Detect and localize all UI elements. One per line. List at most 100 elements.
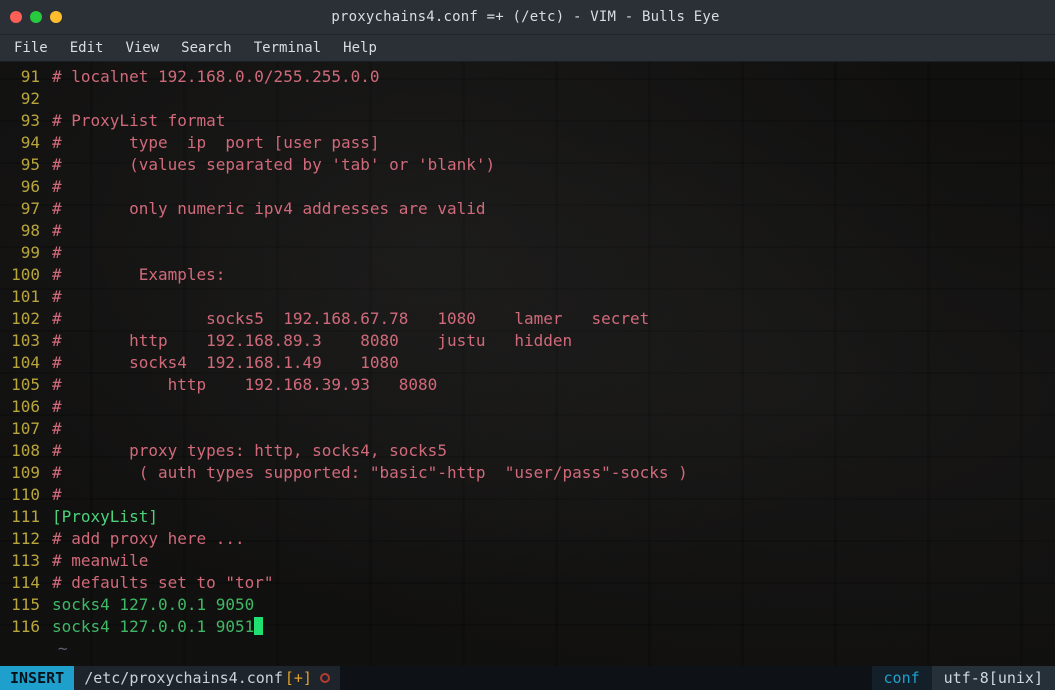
code-line[interactable]: # bbox=[52, 242, 1055, 264]
code-line[interactable]: # bbox=[52, 484, 1055, 506]
code-line[interactable]: # bbox=[52, 176, 1055, 198]
code-text: # bbox=[52, 419, 62, 438]
line-number: 95 bbox=[0, 154, 40, 176]
line-number: 102 bbox=[0, 308, 40, 330]
code-line[interactable]: # bbox=[52, 286, 1055, 308]
line-number: 111 bbox=[0, 506, 40, 528]
maximize-window-button[interactable] bbox=[50, 11, 62, 23]
line-number: 113 bbox=[0, 550, 40, 572]
code-text: # bbox=[52, 221, 62, 240]
line-number: 114 bbox=[0, 572, 40, 594]
menu-help[interactable]: Help bbox=[343, 40, 377, 56]
code-line[interactable]: # http 192.168.39.93 8080 bbox=[52, 374, 1055, 396]
code-line[interactable]: socks4 127.0.0.1 9050 bbox=[52, 594, 1055, 616]
code-line[interactable]: # ( auth types supported: "basic"-http "… bbox=[52, 462, 1055, 484]
code-line[interactable] bbox=[52, 88, 1055, 110]
code-line[interactable]: socks4 127.0.0.1 9051 bbox=[52, 616, 1055, 638]
menu-bar: File Edit View Search Terminal Help bbox=[0, 34, 1055, 62]
line-number: 104 bbox=[0, 352, 40, 374]
code-text: # localnet 192.168.0.0/255.255.0.0 bbox=[52, 67, 380, 86]
code-line[interactable]: # bbox=[52, 396, 1055, 418]
code-line[interactable]: # add proxy here ... bbox=[52, 528, 1055, 550]
code-text: # Examples: bbox=[52, 265, 225, 284]
window-title: proxychains4.conf =+ (/etc) - VIM - Bull… bbox=[62, 9, 989, 25]
code-line[interactable]: # socks4 192.168.1.49 1080 bbox=[52, 352, 1055, 374]
recording-indicator-icon bbox=[320, 673, 330, 683]
code-text: [ProxyList] bbox=[52, 507, 158, 526]
title-bar: proxychains4.conf =+ (/etc) - VIM - Bull… bbox=[0, 0, 1055, 34]
line-number: 107 bbox=[0, 418, 40, 440]
code-text: # ProxyList format bbox=[52, 111, 225, 130]
line-number: 100 bbox=[0, 264, 40, 286]
line-number: 92 bbox=[0, 88, 40, 110]
code-text: # http 192.168.39.93 8080 bbox=[52, 375, 437, 394]
editor-area[interactable]: 9192939495969798991001011021031041051061… bbox=[0, 62, 1055, 666]
line-number: 116 bbox=[0, 616, 40, 638]
filetype-indicator: conf bbox=[872, 666, 932, 690]
line-number: 108 bbox=[0, 440, 40, 462]
code-text: # socks5 192.168.67.78 1080 lamer secret bbox=[52, 309, 649, 328]
code-line[interactable]: # bbox=[52, 220, 1055, 242]
code-line[interactable]: # defaults set to "tor" bbox=[52, 572, 1055, 594]
line-number: 109 bbox=[0, 462, 40, 484]
code-text: # proxy types: http, socks4, socks5 bbox=[52, 441, 447, 460]
line-number: 97 bbox=[0, 198, 40, 220]
encoding-indicator: utf-8[unix] bbox=[932, 666, 1055, 690]
line-number: 93 bbox=[0, 110, 40, 132]
file-path-text: /etc/proxychains4.conf bbox=[84, 669, 283, 687]
menu-file[interactable]: File bbox=[14, 40, 48, 56]
code-text: # ( auth types supported: "basic"-http "… bbox=[52, 463, 688, 482]
code-text: # (values separated by 'tab' or 'blank') bbox=[52, 155, 495, 174]
code-text: socks4 127.0.0.1 9050 bbox=[52, 595, 254, 614]
line-number: 98 bbox=[0, 220, 40, 242]
line-number: 94 bbox=[0, 132, 40, 154]
line-number-gutter: 9192939495969798991001011021031041051061… bbox=[0, 62, 46, 666]
code-buffer[interactable]: # localnet 192.168.0.0/255.255.0.0 # Prox… bbox=[46, 62, 1055, 666]
line-number: 103 bbox=[0, 330, 40, 352]
eof-tilde: ~ bbox=[52, 638, 1055, 660]
line-number: 112 bbox=[0, 528, 40, 550]
code-line[interactable]: # Examples: bbox=[52, 264, 1055, 286]
minimize-window-button[interactable] bbox=[30, 11, 42, 23]
code-line[interactable]: # (values separated by 'tab' or 'blank') bbox=[52, 154, 1055, 176]
code-text: socks4 127.0.0.1 9051 bbox=[52, 617, 254, 636]
code-line[interactable]: # type ip port [user pass] bbox=[52, 132, 1055, 154]
menu-terminal[interactable]: Terminal bbox=[254, 40, 321, 56]
code-line[interactable]: # http 192.168.89.3 8080 justu hidden bbox=[52, 330, 1055, 352]
app-window: proxychains4.conf =+ (/etc) - VIM - Bull… bbox=[0, 0, 1055, 690]
menu-search[interactable]: Search bbox=[181, 40, 232, 56]
code-text: # bbox=[52, 177, 62, 196]
code-text: # bbox=[52, 243, 62, 262]
line-number: 91 bbox=[0, 66, 40, 88]
code-line[interactable]: [ProxyList] bbox=[52, 506, 1055, 528]
file-path-indicator: /etc/proxychains4.conf [+] bbox=[74, 666, 340, 690]
line-number: 96 bbox=[0, 176, 40, 198]
code-line[interactable]: # localnet 192.168.0.0/255.255.0.0 bbox=[52, 66, 1055, 88]
close-window-button[interactable] bbox=[10, 11, 22, 23]
code-text: # meanwile bbox=[52, 551, 148, 570]
code-text: # bbox=[52, 287, 62, 306]
code-line[interactable]: # socks5 192.168.67.78 1080 lamer secret bbox=[52, 308, 1055, 330]
status-bar: INSERT /etc/proxychains4.conf [+] conf u… bbox=[0, 666, 1055, 690]
code-text: # socks4 192.168.1.49 1080 bbox=[52, 353, 399, 372]
code-text: # defaults set to "tor" bbox=[52, 573, 274, 592]
text-cursor bbox=[254, 617, 263, 635]
code-line[interactable]: # bbox=[52, 418, 1055, 440]
window-controls bbox=[10, 11, 62, 23]
code-text: # bbox=[52, 397, 62, 416]
vim-mode-indicator: INSERT bbox=[0, 666, 74, 690]
code-text: # only numeric ipv4 addresses are valid bbox=[52, 199, 485, 218]
code-text: # add proxy here ... bbox=[52, 529, 245, 548]
code-line[interactable]: # proxy types: http, socks4, socks5 bbox=[52, 440, 1055, 462]
line-number: 105 bbox=[0, 374, 40, 396]
status-spacer bbox=[340, 666, 872, 690]
code-text: # http 192.168.89.3 8080 justu hidden bbox=[52, 331, 572, 350]
menu-edit[interactable]: Edit bbox=[70, 40, 104, 56]
modified-flag: [+] bbox=[285, 669, 312, 687]
code-line[interactable]: # only numeric ipv4 addresses are valid bbox=[52, 198, 1055, 220]
line-number: 101 bbox=[0, 286, 40, 308]
code-line[interactable]: # ProxyList format bbox=[52, 110, 1055, 132]
line-number: 115 bbox=[0, 594, 40, 616]
menu-view[interactable]: View bbox=[125, 40, 159, 56]
code-line[interactable]: # meanwile bbox=[52, 550, 1055, 572]
